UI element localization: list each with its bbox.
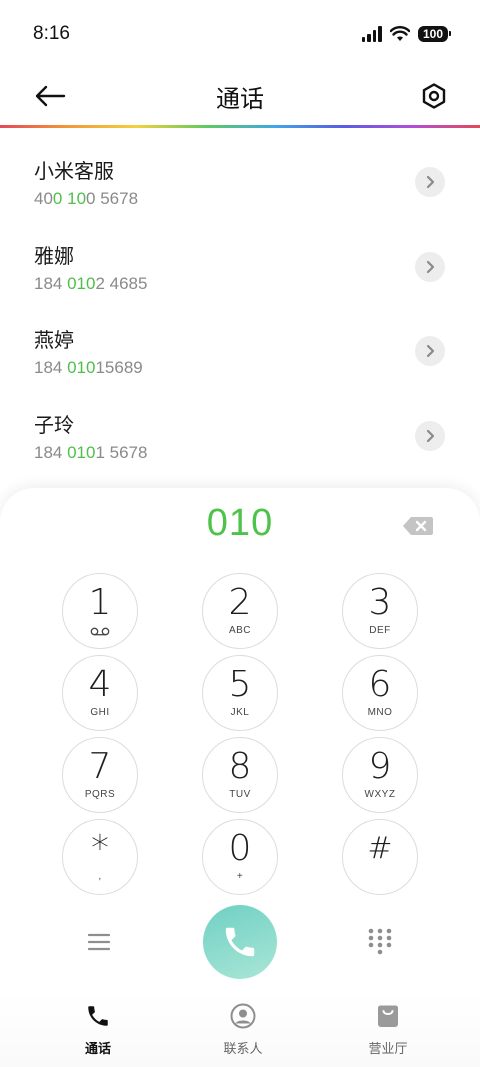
nav-store[interactable]: 营业厅	[338, 990, 438, 1067]
back-arrow-icon	[35, 85, 66, 107]
voicemail-icon	[90, 625, 110, 637]
dial-actions	[0, 905, 480, 981]
contact-name: 小米客服	[34, 161, 114, 184]
menu-icon	[87, 933, 111, 951]
list-item[interactable]: 燕婷 184 01015689	[0, 309, 480, 394]
battery-indicator: 100	[417, 26, 452, 42]
keypad-toggle-button[interactable]	[366, 927, 394, 955]
contact-number: 400 100 5678	[34, 189, 139, 209]
key-digit: 7	[88, 746, 112, 787]
key-digit: 3	[368, 582, 392, 623]
bottom-nav: 通话 联系人 营业厅	[0, 990, 480, 1067]
key-letters: PQRS	[84, 789, 116, 800]
phone-icon	[84, 1002, 112, 1030]
contact-number: 184 0102 4685	[34, 273, 148, 293]
nav-contacts[interactable]: 联系人	[193, 990, 293, 1067]
key-letters: MNO	[367, 707, 393, 718]
key-0[interactable]: 0 +	[202, 819, 278, 895]
status-time: 8:16	[33, 23, 70, 44]
chevron-right-icon	[426, 176, 435, 189]
list-item[interactable]: 雅娜 184 0102 4685	[0, 225, 480, 310]
nav-calls[interactable]: 通话	[48, 990, 148, 1067]
contact-detail-button[interactable]	[415, 251, 445, 282]
key-letters: ,	[98, 871, 102, 882]
call-button[interactable]	[203, 905, 277, 979]
key-digit: 0	[228, 828, 252, 869]
backspace-icon	[403, 517, 433, 535]
nav-label: 营业厅	[368, 1041, 408, 1056]
contact-number: 184 01015689	[34, 358, 143, 378]
key-letters: TUV	[229, 789, 251, 800]
key-letters: +	[236, 871, 244, 882]
contact-detail-button[interactable]	[415, 420, 445, 451]
header: 通话	[0, 68, 480, 124]
key-digit: 9	[368, 746, 392, 787]
status-bar: 8:16 100	[0, 0, 480, 68]
keypad: 1 2 ABC 3 DEF 4 GHI 5 JKL 6 MNO 7 PQRS 8…	[62, 573, 418, 895]
settings-button[interactable]	[416, 78, 452, 114]
key-digit: #	[367, 831, 393, 866]
contact-detail-button[interactable]	[415, 167, 445, 198]
contact-number: 184 0101 5678	[34, 442, 148, 462]
contact-list: 小米客服 400 100 5678 雅娜 184 0102 4685 燕婷 18…	[0, 140, 480, 478]
contact-name: 雅娜	[34, 245, 74, 268]
key-5[interactable]: 5 JKL	[202, 655, 278, 731]
key-6[interactable]: 6 MNO	[342, 655, 418, 731]
key-letters: GHI	[90, 707, 110, 718]
store-bag-icon	[374, 1002, 402, 1030]
nav-label: 联系人	[223, 1041, 263, 1056]
key-hash[interactable]: #	[342, 819, 418, 895]
key-letters: ABC	[228, 625, 252, 636]
backspace-button[interactable]	[402, 516, 434, 536]
key-digit: 6	[368, 664, 392, 705]
list-item[interactable]: 子玲 184 0101 5678	[0, 394, 480, 479]
key-letters: DEF	[369, 625, 391, 636]
key-digit: 8	[228, 746, 252, 787]
chevron-right-icon	[426, 260, 435, 273]
key-digit: 2	[228, 582, 252, 623]
key-letters: WXYZ	[364, 789, 396, 800]
signal-icon	[361, 26, 382, 42]
key-digit: 1	[88, 582, 112, 623]
list-item[interactable]: 小米客服 400 100 5678	[0, 140, 480, 225]
contact-detail-button[interactable]	[415, 336, 445, 367]
key-star[interactable]: * ,	[62, 819, 138, 895]
chevron-right-icon	[426, 345, 435, 358]
key-4[interactable]: 4 GHI	[62, 655, 138, 731]
status-icons: 100	[361, 26, 452, 42]
page-title: 通话	[216, 85, 264, 113]
chevron-right-icon	[426, 429, 435, 442]
contact-name: 燕婷	[34, 330, 74, 353]
dialpad-panel: 010 1 2 ABC 3 DEF 4 GHI 5 JKL 6 MNO 7 PQ…	[0, 488, 480, 1067]
settings-icon	[422, 83, 446, 109]
key-digit: 5	[228, 664, 252, 705]
menu-button[interactable]	[86, 929, 112, 955]
contact-name: 子玲	[34, 414, 74, 437]
back-button[interactable]	[32, 78, 68, 114]
wifi-icon	[389, 26, 410, 41]
nav-label: 通话	[84, 1041, 111, 1056]
keypad-grid-icon	[368, 928, 392, 955]
key-digit: *	[91, 828, 109, 869]
key-2[interactable]: 2 ABC	[202, 573, 278, 649]
key-9[interactable]: 9 WXYZ	[342, 737, 418, 813]
phone-icon	[225, 927, 255, 957]
key-8[interactable]: 8 TUV	[202, 737, 278, 813]
contact-person-icon	[229, 1002, 257, 1030]
header-divider	[0, 125, 480, 128]
key-3[interactable]: 3 DEF	[342, 573, 418, 649]
key-1[interactable]: 1	[62, 573, 138, 649]
key-digit: 4	[88, 664, 112, 705]
key-letters: JKL	[230, 707, 250, 718]
key-7[interactable]: 7 PQRS	[62, 737, 138, 813]
